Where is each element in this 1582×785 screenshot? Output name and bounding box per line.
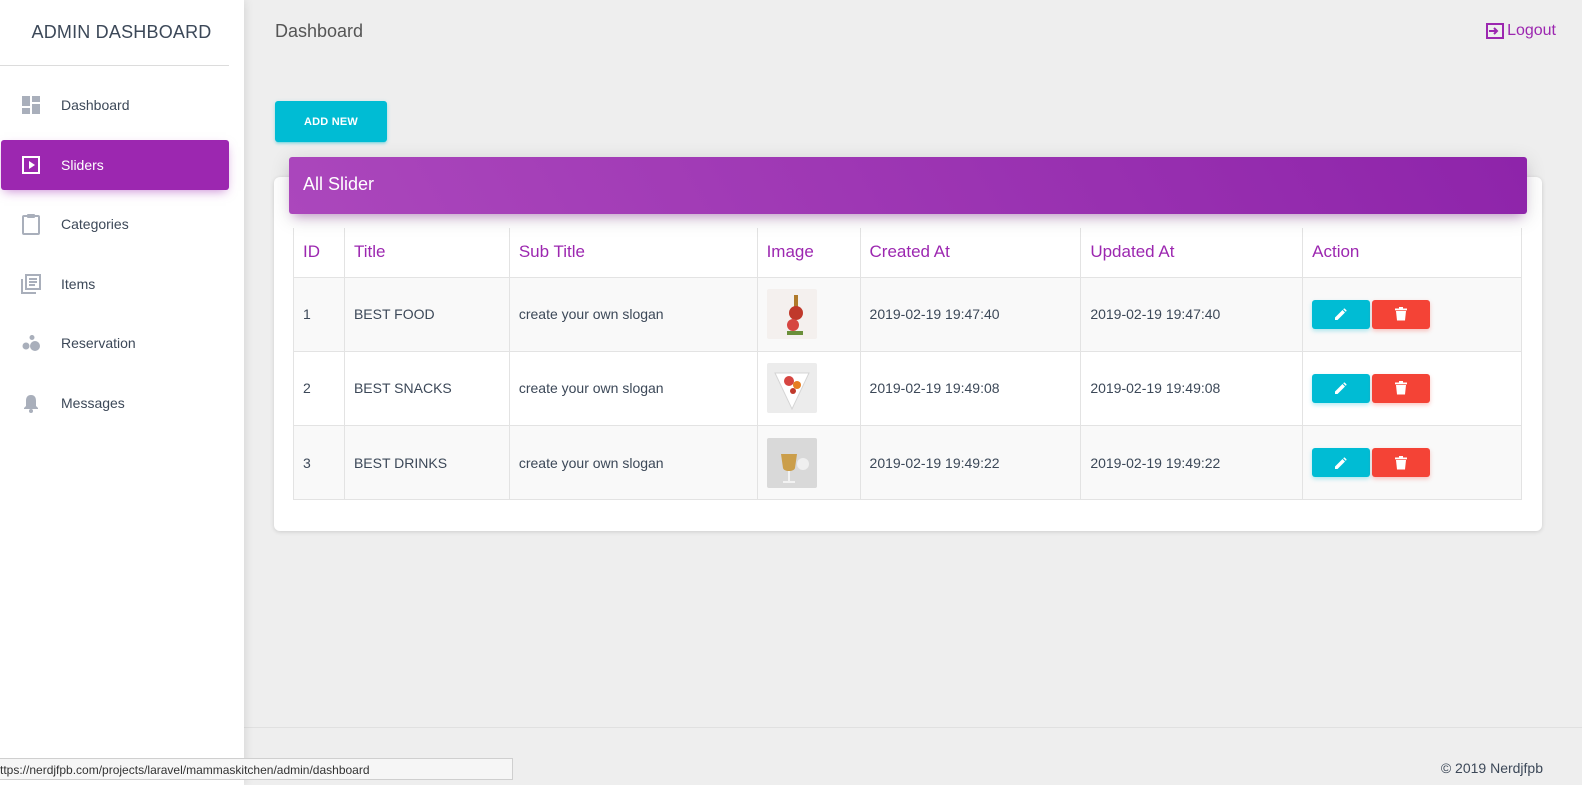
- edit-button[interactable]: [1312, 299, 1371, 329]
- cell-updated-at: 2019-02-19 19:49:22: [1080, 425, 1304, 501]
- column-header-sub-title: Sub Title: [508, 228, 758, 278]
- sidebar-item-label: Reservation: [61, 335, 136, 351]
- snacks-thumbnail: [766, 363, 817, 414]
- cell-image: [756, 350, 861, 427]
- cell-title: BEST FOOD: [343, 276, 510, 352]
- cell-action: [1302, 276, 1522, 352]
- cell-image: [756, 276, 861, 352]
- library-books-icon: [20, 273, 42, 295]
- cell-sub-title: create your own slogan: [508, 276, 758, 352]
- slideshow-icon: [20, 154, 42, 176]
- cell-created-at: 2019-02-19 19:49:22: [859, 425, 1082, 501]
- delete-button[interactable]: [1372, 448, 1431, 478]
- table-row: 1 BEST FOOD create your own slogan 2019-…: [293, 276, 1522, 352]
- table-header-row: ID Title Sub Title Image Created At Upda…: [293, 228, 1522, 278]
- browser-status-url: ttps://nerdjfpb.com/projects/laravel/mam…: [0, 758, 513, 780]
- sidebar-item-items[interactable]: Items: [1, 259, 229, 309]
- sidebar: ADMIN DASHBOARD Dashboard Sliders Catego…: [0, 0, 244, 785]
- pencil-icon: [1335, 382, 1347, 395]
- sidebar-item-label: Items: [61, 275, 96, 292]
- column-header-id: ID: [293, 228, 345, 278]
- column-header-created-at: Created At: [859, 228, 1082, 278]
- pencil-icon: [1335, 457, 1347, 469]
- brand-title[interactable]: ADMIN DASHBOARD: [0, 0, 229, 66]
- sidebar-item-dashboard[interactable]: Dashboard: [1, 80, 229, 130]
- logout-link[interactable]: Logout: [1485, 21, 1556, 41]
- sidebar-nav: Dashboard Sliders Categories Items Reser…: [0, 80, 244, 428]
- copyright-text: © 2019 Nerdjfpb: [1440, 760, 1543, 776]
- sidebar-item-label: Dashboard: [61, 97, 130, 113]
- cell-id: 3: [293, 425, 345, 501]
- cell-title: BEST DRINKS: [343, 425, 510, 501]
- column-header-action: Action: [1302, 228, 1522, 278]
- column-header-updated-at: Updated At: [1080, 228, 1304, 278]
- trash-icon: [1395, 381, 1408, 395]
- food-thumbnail: [766, 289, 817, 340]
- cell-created-at: 2019-02-19 19:47:40: [859, 276, 1082, 352]
- cell-action: [1302, 350, 1522, 427]
- column-header-title: Title: [343, 228, 510, 278]
- trash-icon: [1395, 307, 1408, 321]
- card-title: All Slider: [289, 157, 1527, 214]
- sidebar-item-reservation[interactable]: Reservation: [1, 318, 229, 368]
- cell-image: [756, 425, 861, 501]
- delete-button[interactable]: [1372, 373, 1431, 403]
- cell-created-at: 2019-02-19 19:49:08: [859, 350, 1082, 427]
- cell-action: [1302, 425, 1522, 501]
- sidebar-item-messages[interactable]: Messages: [1, 378, 229, 428]
- cell-title: BEST SNACKS: [343, 350, 510, 427]
- footer-divider: [244, 727, 1582, 728]
- drinks-thumbnail: [766, 437, 817, 488]
- add-new-button[interactable]: ADD NEW: [275, 101, 387, 142]
- page-title[interactable]: Dashboard: [275, 21, 363, 42]
- sidebar-item-sliders[interactable]: Sliders: [1, 139, 229, 190]
- clipboard-icon: [20, 213, 42, 235]
- bubble-chart-icon: [20, 332, 42, 354]
- edit-button[interactable]: [1312, 448, 1371, 478]
- bell-icon: [20, 392, 42, 414]
- logout-label: Logout: [1507, 22, 1556, 39]
- cell-updated-at: 2019-02-19 19:49:08: [1080, 350, 1304, 427]
- table-row: 2 BEST SNACKS create your own slogan 201…: [293, 350, 1522, 427]
- topbar: Dashboard Logout: [244, 0, 1582, 64]
- delete-button[interactable]: [1372, 299, 1431, 329]
- dashboard-icon: [20, 94, 42, 116]
- column-header-image: Image: [756, 228, 861, 278]
- cell-sub-title: create your own slogan: [508, 425, 758, 501]
- sidebar-item-label: Sliders: [61, 156, 104, 173]
- sidebar-item-label: Messages: [61, 394, 125, 411]
- slider-table: ID Title Sub Title Image Created At Upda…: [293, 228, 1522, 501]
- cell-sub-title: create your own slogan: [508, 350, 758, 427]
- cell-id: 2: [293, 350, 345, 427]
- exit-icon: [1485, 21, 1505, 41]
- pencil-icon: [1335, 308, 1347, 321]
- edit-button[interactable]: [1312, 373, 1371, 403]
- sidebar-item-categories[interactable]: Categories: [1, 199, 229, 249]
- sidebar-item-label: Categories: [61, 216, 129, 232]
- cell-updated-at: 2019-02-19 19:47:40: [1080, 276, 1304, 352]
- table-row: 3 BEST DRINKS create your own slogan 201…: [293, 425, 1522, 501]
- trash-icon: [1395, 455, 1408, 470]
- cell-id: 1: [293, 276, 345, 352]
